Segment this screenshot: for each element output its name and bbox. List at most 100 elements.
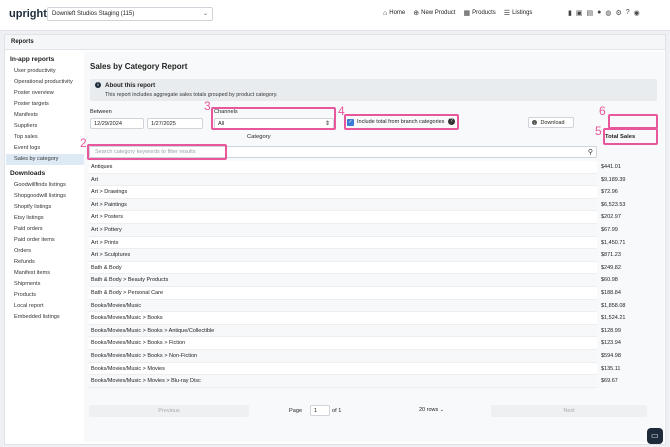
calendar-icon[interactable]: ▤: [586, 9, 593, 17]
total-sales-cell: $135.11: [601, 365, 621, 372]
user-icon[interactable]: ●: [597, 9, 601, 17]
sidebar-item[interactable]: Products: [6, 290, 84, 301]
sidebar-item[interactable]: Paid orders: [6, 224, 84, 235]
store-select[interactable]: Downleft Studios Staging (115) ⌄: [47, 7, 213, 21]
table-row: Books/Movies/Music > Books > Antique/Col…: [89, 324, 621, 338]
nav-home-label: Home: [389, 10, 406, 16]
sidebar-item[interactable]: Manifest items: [6, 268, 84, 279]
sidebar-item[interactable]: Shipments: [6, 279, 84, 290]
table-row: Antiques $441.01: [89, 161, 621, 174]
total-sales-cell: $6,523.53: [601, 201, 626, 208]
home-icon: ⌂: [383, 9, 388, 17]
category-cell: Art > Drawings: [91, 189, 128, 196]
products-icon: ▦: [463, 10, 471, 17]
info-icon: i: [95, 82, 101, 88]
sidebar-heading-in-app: In-app reports: [10, 56, 55, 63]
annotation-box-5: [603, 128, 658, 145]
download-button[interactable]: ↓ Download: [528, 117, 574, 128]
top-bar: upright Downleft Studios Staging (115) ⌄…: [0, 0, 670, 31]
nav-home[interactable]: ⌂ Home: [383, 10, 405, 17]
sidebar-item[interactable]: Local report: [6, 301, 84, 312]
question-icon[interactable]: ?: [626, 9, 630, 17]
top-icons: ▮ ▣ ▤ ● ◍ ⚙ ? ◉: [568, 9, 640, 17]
sidebar-item[interactable]: Sales by category: [6, 154, 84, 165]
annotation-number-2: 2: [80, 136, 87, 150]
annotation-number-4: 4: [338, 104, 345, 118]
nav-new-product[interactable]: ⊕ New Product: [413, 9, 455, 17]
page-number-input[interactable]: 1: [310, 405, 330, 416]
frame-title: Reports: [11, 39, 34, 45]
total-sales-cell: $1,524.21: [601, 315, 626, 322]
chevron-down-icon: ⌄: [439, 407, 444, 413]
sidebar-item[interactable]: Poster overview: [6, 88, 84, 99]
total-sales-cell: $594.98: [601, 352, 621, 359]
globe-icon[interactable]: ◍: [605, 9, 611, 17]
total-sales-cell: $188.84: [601, 289, 621, 296]
pagination: Previous Page 1 of 1 20 rows ⌄ Next: [89, 404, 665, 418]
about-title: About this report: [105, 82, 156, 89]
category-cell: Books/Movies/Music > Books: [91, 315, 163, 322]
total-sales-cell: $1,450.71: [601, 239, 626, 246]
rows-per-page-select[interactable]: 20 rows ⌄: [419, 405, 451, 420]
sidebar-item[interactable]: Orders: [6, 246, 84, 257]
table-row: Bath & Body > Personal Care $188.84: [89, 286, 621, 300]
store-select-value: Downleft Studios Staging (115): [52, 11, 135, 17]
sidebar-downloads-list: Goodwillfinds listings Shopgoodwill listi…: [6, 180, 84, 323]
table-row: Art > Drawings $72.96: [89, 186, 618, 199]
nav-products[interactable]: ▦ Products: [463, 9, 495, 17]
app-logo[interactable]: upright: [9, 8, 47, 20]
chat-button[interactable]: ▭: [647, 428, 663, 444]
total-sales-cell: $123.94: [601, 340, 621, 347]
search-icon[interactable]: ⚲: [588, 148, 593, 156]
previous-button[interactable]: Previous: [89, 405, 249, 417]
sidebar-item[interactable]: Goodwillfinds listings: [6, 180, 84, 191]
next-button[interactable]: Next: [491, 405, 647, 417]
category-cell: Books/Movies/Music: [91, 302, 142, 309]
sidebar-item[interactable]: Shopgoodwill listings: [6, 191, 84, 202]
sidebar-in-app-list: User productivity Operational productivit…: [6, 66, 84, 165]
category-cell: Books/Movies/Music > Books > Fiction: [91, 340, 186, 347]
date-from-input[interactable]: 12/29/2024: [90, 118, 144, 129]
sidebar-item[interactable]: Refunds: [6, 257, 84, 268]
user-circle-icon[interactable]: ◉: [634, 9, 640, 17]
sidebar-item[interactable]: Top sales: [6, 132, 84, 143]
sidebar-item[interactable]: Poster targets: [6, 99, 84, 110]
page-label: Page: [289, 408, 303, 414]
table-row: Art > Sculptures $871.23: [89, 249, 621, 262]
download-icon: ↓: [532, 120, 537, 126]
sidebar-item[interactable]: Event logs: [6, 143, 84, 154]
bag-icon[interactable]: ▣: [576, 9, 583, 17]
sidebar-item[interactable]: Shopify listings: [6, 202, 84, 213]
trash-icon[interactable]: ▮: [568, 9, 572, 17]
annotation-box-6: [608, 114, 658, 129]
table-row: Books/Movies/Music > Movies > Blu-ray Di…: [89, 375, 618, 388]
sales-table: Antiques $441.01 Art $9,189.39 Art > Drawing…: [89, 161, 625, 388]
category-column-header[interactable]: Category: [247, 134, 271, 140]
category-cell: Art: [91, 176, 99, 183]
download-label: Download: [540, 120, 565, 126]
nav-new-product-label: New Product: [421, 10, 456, 16]
category-cell: Books/Movies/Music > Books > Non-Fiction: [91, 352, 198, 359]
annotation-box-4: [344, 114, 459, 130]
sidebar-item[interactable]: Manifests: [6, 110, 84, 121]
sidebar-item[interactable]: Embedded listings: [6, 312, 84, 323]
category-cell: Art > Prints: [91, 239, 119, 246]
table-row: Bath & Body > Beauty Products $60.98: [89, 274, 618, 287]
about-box: i About this report This report includes…: [90, 79, 657, 101]
sidebar-item[interactable]: Operational productivity: [6, 77, 84, 88]
table-row: Books/Movies/Music > Books > Fiction $123…: [89, 337, 621, 350]
sidebar: In-app reports User productivity Operatio…: [6, 52, 84, 323]
sidebar-item[interactable]: Paid order items: [6, 235, 84, 246]
date-to-input[interactable]: 1/27/2025: [147, 118, 203, 129]
total-sales-cell: $60.98: [601, 277, 618, 284]
table-row: Art > Paintings $6,523.53: [89, 198, 625, 212]
sidebar-item[interactable]: User productivity: [6, 66, 84, 77]
total-sales-cell: $72.96: [601, 189, 618, 196]
nav-listings[interactable]: ☰ Listings: [504, 9, 533, 17]
sidebar-item[interactable]: Suppliers: [6, 121, 84, 132]
sidebar-item[interactable]: Etsy listings: [6, 213, 84, 224]
gear-icon[interactable]: ⚙: [615, 9, 621, 17]
report-title: Sales by Category Report: [90, 62, 188, 71]
category-cell: Bath & Body > Personal Care: [91, 289, 163, 296]
category-cell: Books/Movies/Music > Movies > Blu-ray Di…: [91, 378, 201, 385]
